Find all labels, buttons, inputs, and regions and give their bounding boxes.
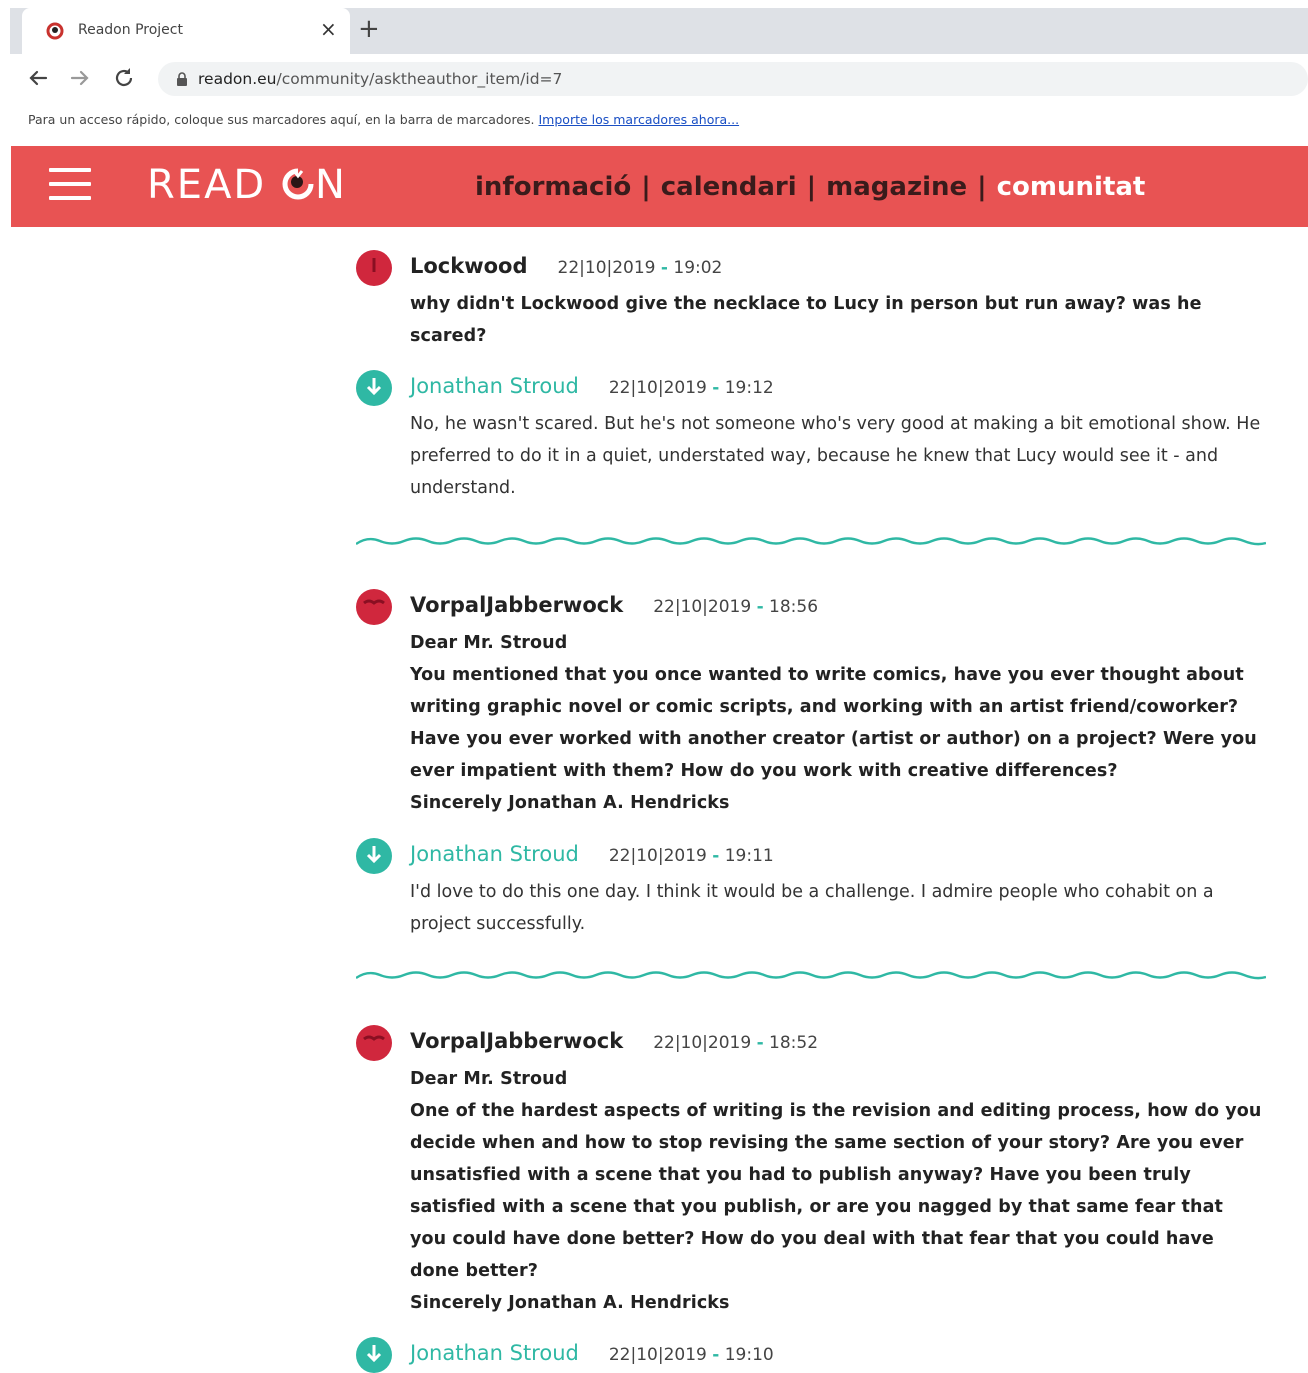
post-meta: VorpalJabberwock 22|10|2019 - 18:52	[410, 1029, 818, 1053]
post-author[interactable]: Lockwood	[410, 254, 528, 278]
import-bookmarks-link[interactable]: Importe los marcadores ahora...	[539, 112, 740, 127]
post-timestamp: 22|10|2019 - 18:56	[653, 597, 819, 617]
forward-arrow-icon[interactable]	[66, 64, 94, 92]
tab-close-button[interactable]: ×	[320, 17, 337, 41]
browser-tabstrip: Readon Project × +	[10, 8, 1308, 54]
post-line: why didn't Lockwood give the necklace to…	[410, 294, 1202, 346]
back-arrow-icon[interactable]	[24, 64, 52, 92]
url-text: readon.eu/community/asktheauthor_item/id…	[198, 70, 562, 88]
readon-logo[interactable]: READ N	[147, 162, 347, 208]
url-host: readon.eu	[198, 70, 277, 88]
tab-title: Readon Project	[78, 22, 183, 38]
post-author[interactable]: VorpalJabberwock	[410, 593, 623, 617]
post-line: No, he wasn't scared. But he's not someo…	[410, 414, 1261, 498]
post-author[interactable]: Jonathan Stroud	[410, 842, 579, 866]
post-line: Dear Mr. Stroud	[410, 633, 568, 653]
post-timestamp: 22|10|2019 - 19:02	[557, 258, 723, 278]
post-timestamp: 22|10|2019 - 18:52	[653, 1033, 819, 1053]
nav-separator: |	[806, 172, 817, 202]
nav-calendari[interactable]: calendari	[661, 172, 797, 202]
readon-favicon-icon	[46, 22, 64, 40]
post-meta: VorpalJabberwock 22|10|2019 - 18:56	[410, 593, 818, 617]
logo-eye-icon	[282, 168, 314, 200]
main-nav: informació | calendari | magazine | comunitat	[475, 172, 1145, 202]
bookmarks-hint: Para un acceso rápido, coloque sus marca…	[28, 112, 535, 127]
post-body: Dear Mr. Stroud One of the hardest aspec…	[410, 1063, 1265, 1319]
post-line: You mentioned that you once wanted to wr…	[410, 665, 1257, 781]
address-bar[interactable]: readon.eu/community/asktheauthor_item/id…	[158, 62, 1308, 96]
bookmarks-bar: Para un acceso rápido, coloque sus marca…	[28, 112, 739, 127]
menu-icon[interactable]	[49, 168, 91, 204]
post-body: Dear Mr. Stroud You mentioned that you o…	[410, 627, 1265, 819]
post-line: Sincerely Jonathan A. Hendricks	[410, 1293, 730, 1313]
post-body: I'd love to do this one day. I think it …	[410, 876, 1265, 940]
post-meta: Jonathan Stroud 22|10|2019 - 19:10	[410, 1341, 774, 1365]
reader-avatar-icon	[356, 250, 392, 286]
post-meta: Jonathan Stroud 22|10|2019 - 19:11	[410, 842, 774, 866]
new-tab-button[interactable]: +	[358, 15, 380, 43]
url-path: /community/asktheauthor_item/id=7	[276, 70, 563, 88]
nav-separator: |	[641, 172, 651, 202]
reader-avatar-icon	[356, 1025, 392, 1061]
post-line: One of the hardest aspects of writing is…	[410, 1101, 1262, 1281]
post-author[interactable]: Jonathan Stroud	[410, 1341, 579, 1365]
nav-comunitat[interactable]: comunitat	[997, 172, 1146, 202]
browser-toolbar: readon.eu/community/asktheauthor_item/id…	[10, 54, 1308, 104]
wave-divider	[356, 971, 1266, 980]
nav-magazine[interactable]: magazine	[826, 172, 967, 202]
post-body: why didn't Lockwood give the necklace to…	[410, 288, 1265, 352]
post-line: Dear Mr. Stroud	[410, 1069, 568, 1089]
reader-avatar-icon	[356, 589, 392, 625]
author-avatar-icon	[356, 1337, 392, 1373]
post-author[interactable]: VorpalJabberwock	[410, 1029, 623, 1053]
lock-icon	[177, 72, 187, 86]
post-body: No, he wasn't scared. But he's not someo…	[410, 408, 1265, 504]
author-avatar-icon	[356, 838, 392, 874]
logo-text-n: N	[314, 162, 347, 208]
author-avatar-icon	[356, 370, 392, 406]
post-meta: Lockwood 22|10|2019 - 19:02	[410, 254, 722, 278]
browser-tab[interactable]: Readon Project ×	[22, 8, 350, 54]
nav-separator: |	[977, 172, 987, 202]
post-line: I'd love to do this one day. I think it …	[410, 882, 1214, 934]
site-header: READ N informació | calendari | magazine | com…	[11, 146, 1308, 227]
logo-text-read: READ	[147, 162, 281, 208]
reload-icon[interactable]	[110, 64, 138, 92]
post-author[interactable]: Jonathan Stroud	[410, 374, 579, 398]
post-timestamp: 22|10|2019 - 19:10	[608, 1345, 774, 1365]
wave-divider	[356, 537, 1266, 546]
post-line: Sincerely Jonathan A. Hendricks	[410, 793, 730, 813]
nav-informacio[interactable]: informació	[475, 172, 631, 202]
post-meta: Jonathan Stroud 22|10|2019 - 19:12	[410, 374, 774, 398]
post-timestamp: 22|10|2019 - 19:12	[608, 378, 774, 398]
post-timestamp: 22|10|2019 - 19:11	[608, 846, 774, 866]
